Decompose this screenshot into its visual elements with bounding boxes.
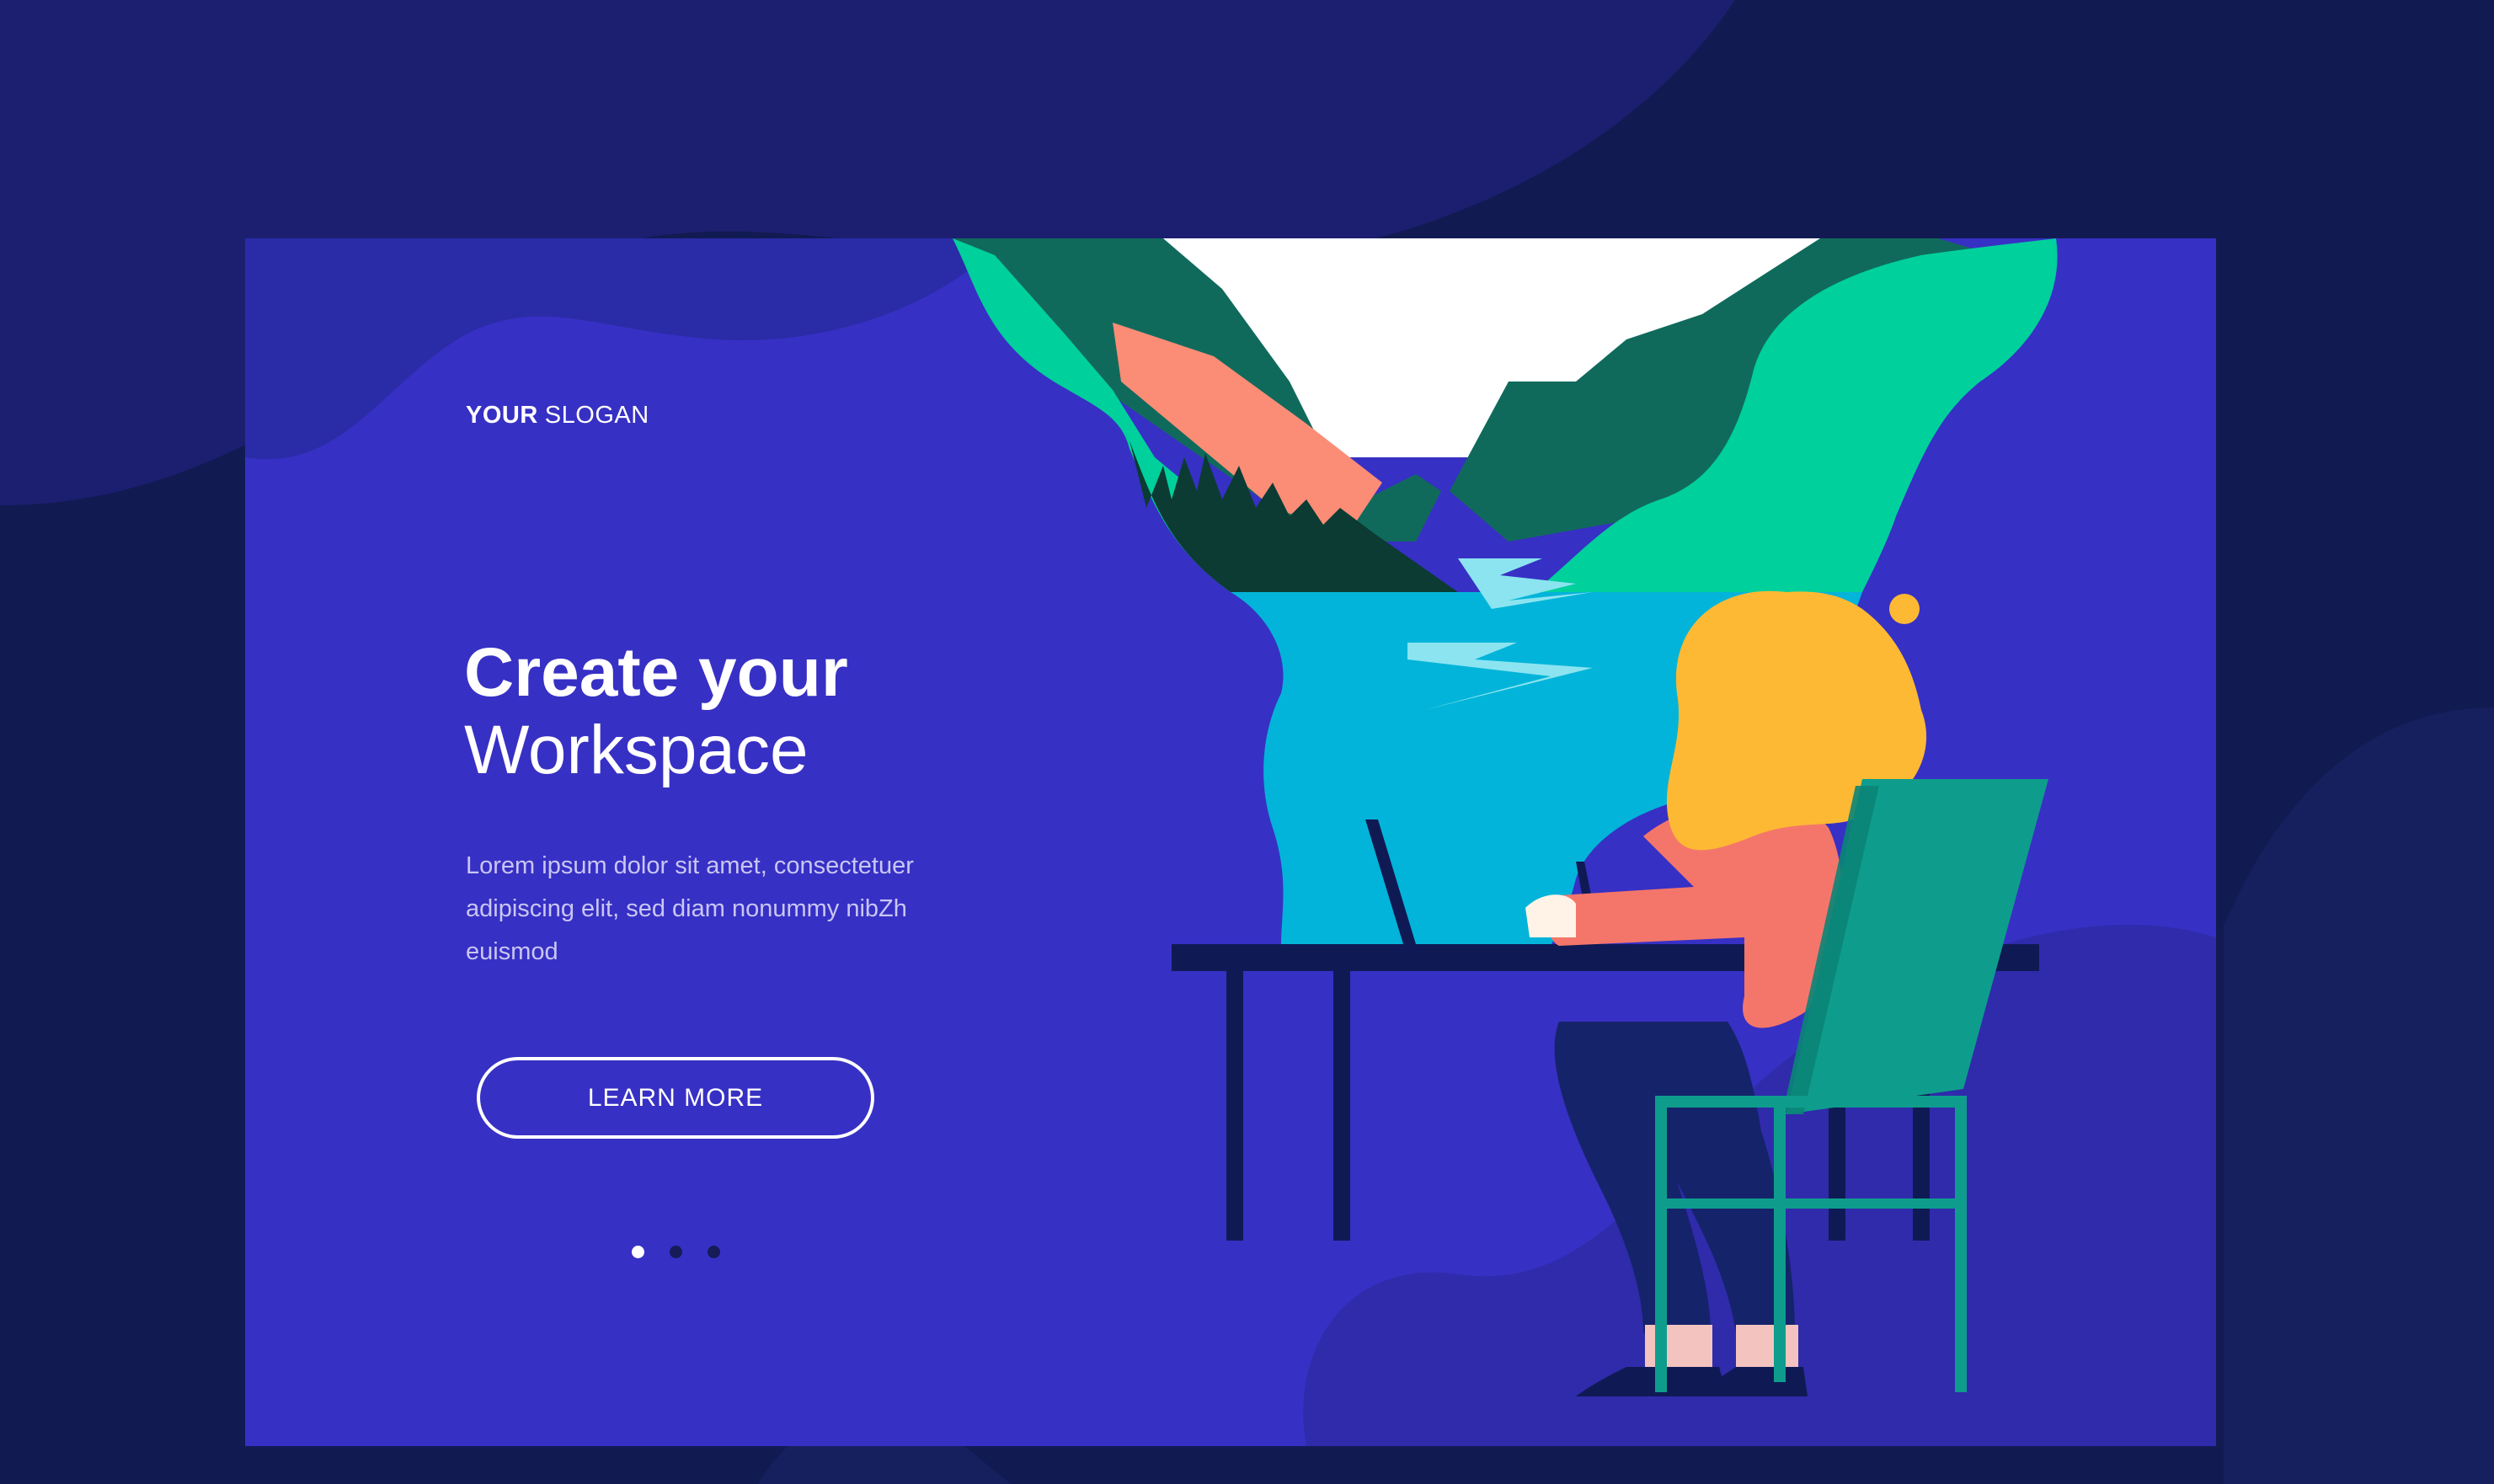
hero-title-line2: Workspace	[464, 712, 809, 788]
slogan: YOUR SLOGAN	[466, 402, 649, 430]
carousel-dot-2[interactable]	[670, 1246, 682, 1258]
hero-card: YOUR SLOGAN Create your Workspace Lorem i…	[245, 238, 2216, 1446]
slogan-bold: YOUR	[466, 402, 538, 429]
carousel-dot-3[interactable]	[708, 1246, 720, 1258]
learn-more-button[interactable]: LEARN MORE	[477, 1057, 874, 1139]
hero-description: Lorem ipsum dolor sit amet, consectetuer…	[466, 852, 914, 965]
carousel-pagination	[632, 1246, 720, 1259]
slogan-light: SLOGAN	[544, 402, 649, 429]
hero-title: Create your Workspace	[464, 634, 848, 789]
hero-title-line1: Create your	[464, 634, 848, 711]
carousel-dot-1[interactable]	[632, 1246, 644, 1258]
